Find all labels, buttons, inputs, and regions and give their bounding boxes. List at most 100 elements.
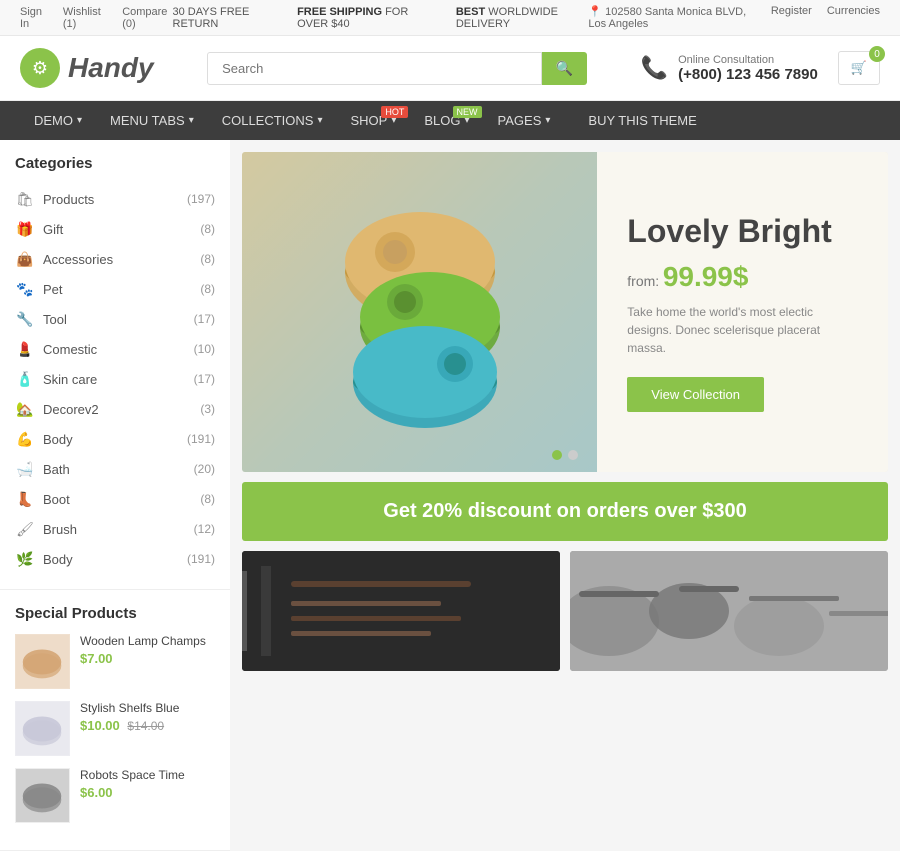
logo[interactable]: ⚙ Handy: [20, 48, 154, 88]
category-icon: 🐾: [15, 279, 35, 299]
search-bar: 🔍: [207, 52, 587, 85]
category-name: Brush: [43, 522, 77, 537]
hero-text: Lovely Bright from: 99.99$ Take home the…: [597, 152, 888, 472]
promo-return: 30 DAYS FREE RETURN: [173, 6, 278, 30]
category-icon: 🔧: [15, 309, 35, 329]
category-icon: 👜: [15, 249, 35, 269]
special-item: Robots Space Time $6.00: [15, 768, 215, 823]
consultation-label: Online Consultation: [678, 54, 818, 66]
header: ⚙ Handy 🔍 📞 Online Consultation (+800) 1…: [0, 36, 900, 101]
special-info: Robots Space Time $6.00: [80, 768, 185, 800]
hero-image: [242, 152, 597, 472]
special-item-name: Robots Space Time: [80, 768, 185, 782]
sidebar: Categories 🛍Products(197)🎁Gift(8)👜Access…: [0, 140, 230, 851]
promo-banner[interactable]: Get 20% discount on orders over $300: [242, 482, 888, 541]
hero-dots: [552, 450, 578, 460]
category-count: (8): [200, 282, 215, 296]
special-item-prices: $7.00: [80, 651, 206, 666]
category-count: (17): [194, 312, 215, 326]
category-count: (8): [200, 252, 215, 266]
top-bar-left: Sign In Wishlist (1) Compare (0): [20, 6, 173, 30]
categories-section: Categories 🛍Products(197)🎁Gift(8)👜Access…: [0, 140, 230, 590]
dot-2[interactable]: [568, 450, 578, 460]
category-name: Body: [43, 552, 73, 567]
category-item[interactable]: 🐾 Pet (8): [15, 274, 215, 304]
category-icon: 💄: [15, 339, 35, 359]
logo-text: Handy: [68, 52, 154, 84]
category-item[interactable]: 💄Comestic(10): [15, 334, 215, 364]
category-name: Tool: [43, 312, 67, 327]
category-item[interactable]: 🔧 Tool (17): [15, 304, 215, 334]
category-icon: 🎁: [15, 219, 35, 239]
nav-blog[interactable]: BLOG ▾NEW: [410, 101, 483, 140]
nav-pages[interactable]: PAGES ▾: [484, 101, 565, 140]
category-icon: 🌿: [15, 549, 35, 569]
wishlist-link[interactable]: Wishlist (1): [63, 6, 107, 30]
nav-collections[interactable]: COLLECTIONS ▾: [208, 101, 337, 140]
category-count: (20): [194, 462, 215, 476]
category-name: Decorev2: [43, 402, 99, 417]
category-name: Skin care: [43, 372, 97, 387]
category-item[interactable]: 🏡 Decorev2 (3): [15, 394, 215, 424]
category-count: (17): [194, 372, 215, 386]
search-input[interactable]: [207, 52, 542, 85]
category-name: Body: [43, 432, 73, 447]
cart-badge: 0: [869, 46, 885, 62]
currencies-link[interactable]: Currencies: [827, 5, 880, 30]
category-item[interactable]: 🎁Gift(8): [15, 214, 215, 244]
category-icon: 🛍: [15, 189, 35, 209]
category-item[interactable]: 🛁Bath(20): [15, 454, 215, 484]
category-item[interactable]: 👢Boot(8): [15, 484, 215, 514]
special-item: Wooden Lamp Champs $7.00: [15, 634, 215, 689]
category-item[interactable]: 🛍Products(197): [15, 184, 215, 214]
category-item[interactable]: 🧴 Skin care (17): [15, 364, 215, 394]
special-item-price: $6.00: [80, 785, 113, 800]
search-button[interactable]: 🔍: [542, 52, 587, 85]
main-content: Categories 🛍Products(197)🎁Gift(8)👜Access…: [0, 140, 900, 851]
top-bar-promos: 30 DAYS FREE RETURN FREE SHIPPING FOR OV…: [173, 6, 589, 30]
category-item[interactable]: 👜Accessories(8): [15, 244, 215, 274]
content-area: Lovely Bright from: 99.99$ Take home the…: [230, 140, 900, 851]
special-info: Wooden Lamp Champs $7.00: [80, 634, 206, 666]
register-link[interactable]: Register: [771, 5, 812, 30]
special-items-list: Wooden Lamp Champs $7.00 Stylish Shelfs …: [15, 634, 215, 823]
nav-buy-theme[interactable]: BUY THIS THEME: [574, 101, 710, 140]
special-item: Stylish Shelfs Blue $10.00 $14.00: [15, 701, 215, 756]
bottom-images: [242, 551, 888, 671]
category-name: Gift: [43, 222, 63, 237]
compare-link[interactable]: Compare (0): [122, 6, 172, 30]
nav-menu-tabs[interactable]: MENU TABS ▾: [96, 101, 208, 140]
nav-demo[interactable]: DEMO ▾: [20, 101, 96, 140]
special-item-price: $7.00: [80, 651, 113, 666]
category-count: (12): [194, 522, 215, 536]
category-item[interactable]: 🖌Brush(12): [15, 514, 215, 544]
category-name: Pet: [43, 282, 63, 297]
dot-1[interactable]: [552, 450, 562, 460]
category-count: (197): [187, 192, 215, 206]
hero-from: from:: [627, 273, 659, 289]
category-item[interactable]: 💪Body(191): [15, 424, 215, 454]
cart-button[interactable]: 🛒 0: [838, 51, 880, 85]
category-count: (3): [200, 402, 215, 416]
category-name: Comestic: [43, 342, 97, 357]
category-icon: 👢: [15, 489, 35, 509]
nav-shop[interactable]: SHOP ▾HOT: [337, 101, 411, 140]
new-badge: NEW: [453, 106, 482, 118]
category-count: (191): [187, 552, 215, 566]
special-products-section: Special Products Wooden Lamp Champs $7.0…: [0, 590, 230, 851]
hero-headline: Lovely Bright: [627, 212, 858, 250]
category-count: (8): [200, 492, 215, 506]
special-info: Stylish Shelfs Blue $10.00 $14.00: [80, 701, 179, 733]
signin-link[interactable]: Sign In: [20, 6, 48, 30]
phone-number: (+800) 123 456 7890: [678, 66, 818, 83]
hero-price-row: from: 99.99$: [627, 261, 858, 293]
category-icon: 🛁: [15, 459, 35, 479]
special-item-name: Stylish Shelfs Blue: [80, 701, 179, 715]
special-item-old-price: $14.00: [127, 719, 164, 733]
category-icon: 🧴: [15, 369, 35, 389]
consultation-details: Online Consultation (+800) 123 456 7890: [678, 54, 818, 83]
view-collection-button[interactable]: View Collection: [627, 377, 764, 412]
category-icon: 🏡: [15, 399, 35, 419]
category-item[interactable]: 🌿 Body (191): [15, 544, 215, 574]
special-thumb: [15, 768, 70, 823]
